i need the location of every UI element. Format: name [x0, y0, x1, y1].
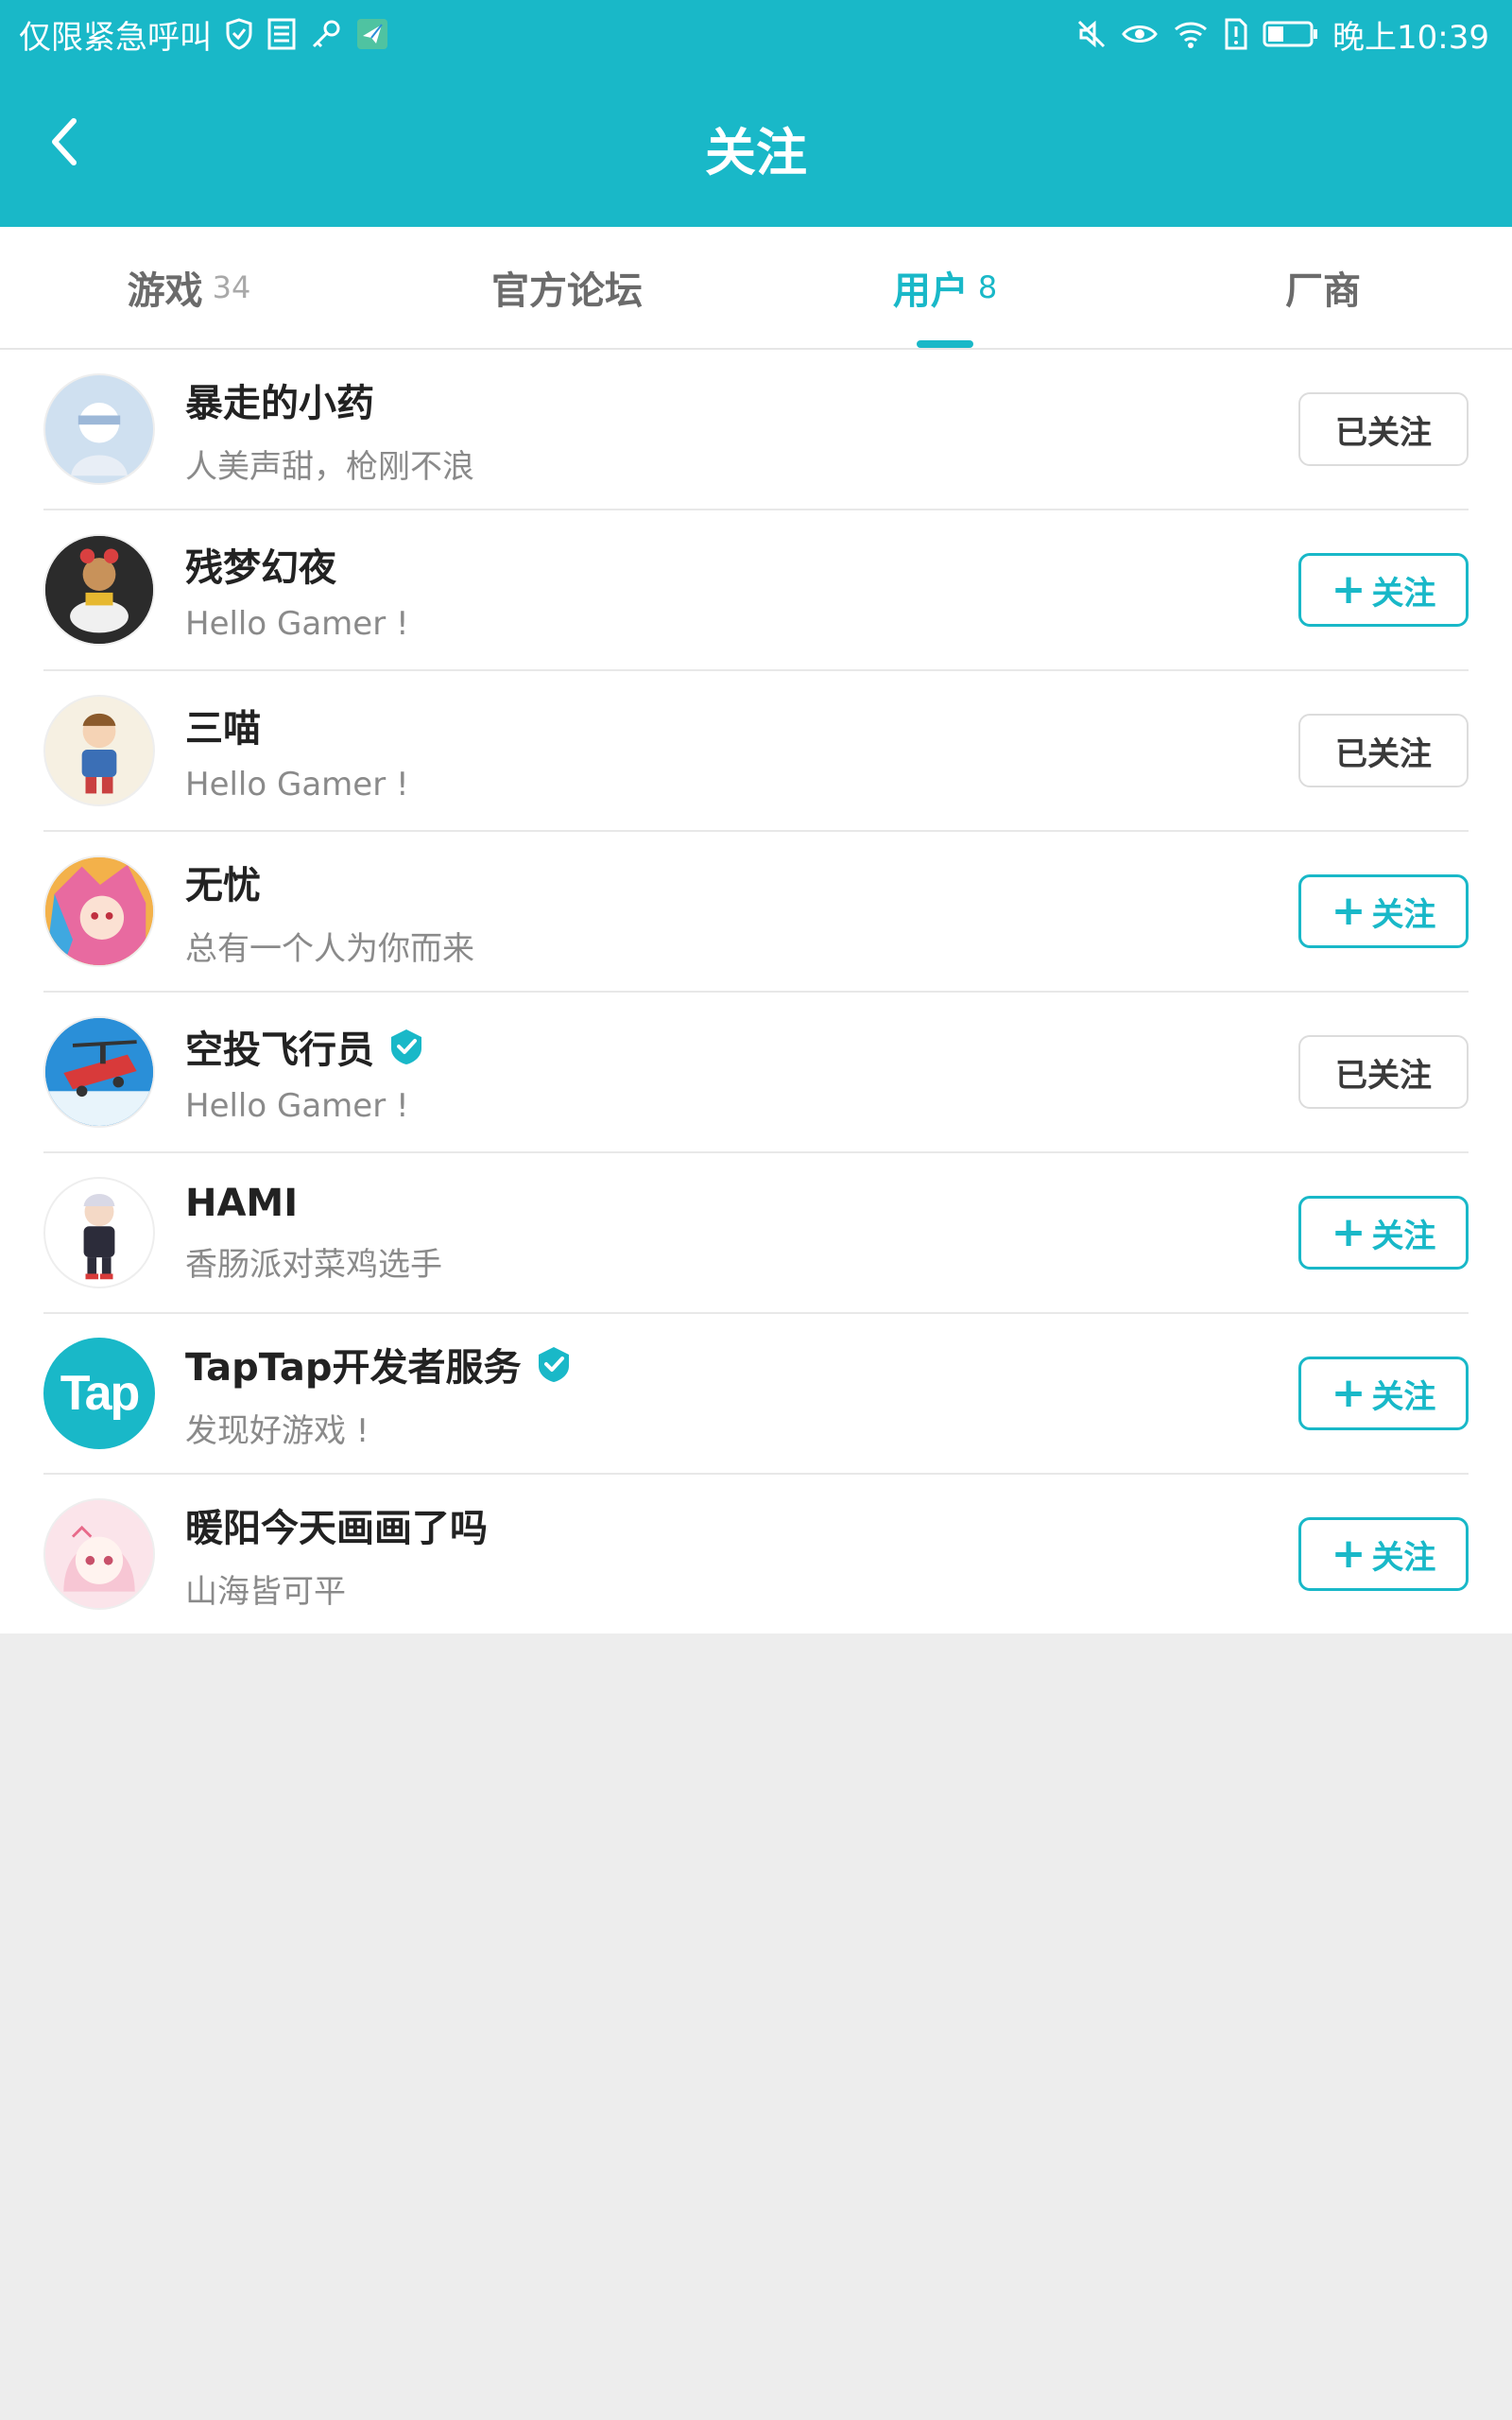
status-bar: 仅限紧急呼叫 晚上10:39 — [0, 0, 1512, 68]
sim-alert-icon — [1223, 15, 1249, 53]
plus-icon: + — [1331, 887, 1366, 935]
tab-count: 8 — [977, 269, 998, 305]
list-item[interactable]: Tap TapTap开发者服务 发现好游戏 ! + 关注 — [43, 1314, 1469, 1475]
page-title: 关注 — [705, 122, 807, 182]
button-label: 已关注 — [1335, 413, 1432, 452]
user-bio: 总有一个人为你而来 — [185, 929, 474, 968]
user-name: 暖阳今天画画了吗 — [185, 1506, 488, 1550]
plus-icon: + — [1331, 1208, 1366, 1256]
tab-label: 厂商 — [1285, 269, 1361, 313]
user-bio: 香肠派对菜鸡选手 — [185, 1245, 442, 1284]
button-label: 关注 — [1371, 895, 1436, 934]
chevron-left-icon — [47, 115, 81, 172]
verified-badge-icon — [535, 1345, 573, 1383]
list-item[interactable]: 无忧 总有一个人为你而来 + 关注 — [43, 832, 1469, 993]
avatar[interactable] — [43, 856, 155, 967]
carrier-text: 仅限紧急呼叫 — [19, 18, 212, 57]
eye-comfort-icon — [1121, 15, 1159, 53]
following-button[interactable]: 已关注 — [1298, 1035, 1469, 1109]
button-label: 关注 — [1371, 1538, 1436, 1577]
follow-button[interactable]: + 关注 — [1298, 1357, 1469, 1430]
clock: 晚上10:39 — [1332, 18, 1489, 57]
button-label: 关注 — [1371, 1217, 1436, 1255]
tab-official-forums[interactable]: 官方论坛 — [378, 227, 756, 348]
follow-button[interactable]: + 关注 — [1298, 1196, 1469, 1270]
avatar[interactable] — [43, 695, 155, 806]
user-name: 三喵 — [185, 707, 261, 751]
tab-label: 官方论坛 — [491, 269, 643, 313]
active-tab-indicator — [917, 340, 973, 348]
following-button[interactable]: 已关注 — [1298, 392, 1469, 466]
user-list: 暴走的小药 人美声甜，枪刚不浪 已关注 残梦幻夜 Hello Gamer ! +… — [0, 350, 1512, 1634]
user-bio: 人美声甜，枪刚不浪 — [185, 447, 474, 486]
list-item[interactable]: 残梦幻夜 Hello Gamer ! + 关注 — [43, 510, 1469, 671]
follow-button[interactable]: + 关注 — [1298, 553, 1469, 627]
tab-count: 34 — [212, 269, 251, 305]
key-icon — [310, 15, 342, 53]
tab-bar: 游戏 34 官方论坛 用户 8 厂商 — [0, 227, 1512, 350]
button-label: 关注 — [1371, 574, 1436, 613]
follow-button[interactable]: + 关注 — [1298, 1517, 1469, 1591]
tab-label: 游戏 — [127, 269, 203, 313]
plus-icon: + — [1331, 1530, 1366, 1578]
button-label: 关注 — [1371, 1377, 1436, 1416]
verified-badge-icon — [387, 1028, 425, 1065]
user-bio: 山海皆可平 — [185, 1572, 346, 1611]
following-button[interactable]: 已关注 — [1298, 714, 1469, 787]
avatar[interactable] — [43, 1016, 155, 1128]
app-notification-icon — [355, 15, 389, 53]
list-item[interactable]: 暴走的小药 人美声甜，枪刚不浪 已关注 — [43, 350, 1469, 510]
plus-icon: + — [1331, 565, 1366, 614]
list-item[interactable]: HAMI 香肠派对菜鸡选手 + 关注 — [43, 1153, 1469, 1314]
app-bar: 关注 — [0, 68, 1512, 227]
wifi-icon — [1172, 15, 1210, 53]
avatar[interactable] — [43, 1177, 155, 1288]
user-name: HAMI — [185, 1181, 299, 1225]
button-label: 已关注 — [1335, 1056, 1432, 1095]
tab-vendors[interactable]: 厂商 — [1134, 227, 1512, 348]
follow-button[interactable]: + 关注 — [1298, 874, 1469, 948]
shield-icon — [225, 15, 253, 53]
avatar[interactable] — [43, 534, 155, 646]
back-button[interactable] — [34, 113, 94, 174]
mute-icon — [1075, 15, 1108, 53]
tab-label: 用户 — [892, 269, 969, 313]
avatar[interactable] — [43, 1498, 155, 1610]
avatar[interactable]: Tap — [43, 1338, 155, 1449]
user-name: 无忧 — [185, 863, 261, 908]
list-item[interactable]: 暖阳今天画画了吗 山海皆可平 + 关注 — [43, 1475, 1469, 1634]
plus-icon: + — [1331, 1369, 1366, 1417]
list-item[interactable]: 三喵 Hello Gamer ! 已关注 — [43, 671, 1469, 832]
tab-games[interactable]: 游戏 34 — [0, 227, 378, 348]
user-name: 暴走的小药 — [185, 381, 374, 425]
battery-icon — [1263, 15, 1319, 53]
user-bio: 发现好游戏 ! — [185, 1411, 369, 1450]
storage-icon — [266, 15, 297, 53]
user-bio: Hello Gamer ! — [185, 605, 409, 643]
user-name: 空投飞行员 — [185, 1028, 374, 1072]
tab-users[interactable]: 用户 8 — [756, 227, 1134, 348]
top-bar: 仅限紧急呼叫 晚上10:39 关注 — [0, 0, 1512, 227]
user-name: TapTap开发者服务 — [185, 1345, 522, 1390]
button-label: 已关注 — [1335, 735, 1432, 773]
list-item[interactable]: 空投飞行员 Hello Gamer ! 已关注 — [43, 993, 1469, 1153]
avatar[interactable] — [43, 373, 155, 485]
user-bio: Hello Gamer ! — [185, 1087, 409, 1125]
user-bio: Hello Gamer ! — [185, 766, 409, 804]
taptap-logo: Tap — [60, 1366, 141, 1421]
user-name: 残梦幻夜 — [185, 546, 336, 590]
